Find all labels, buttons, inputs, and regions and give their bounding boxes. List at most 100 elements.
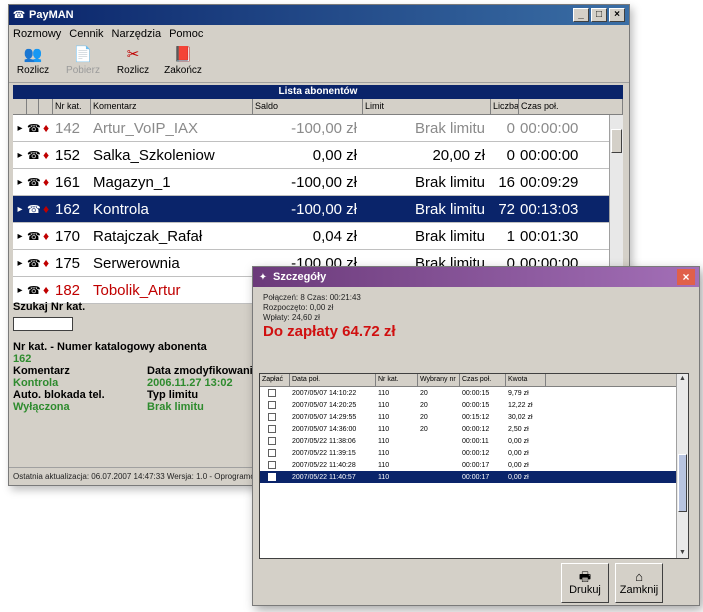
pay-cell	[260, 401, 290, 409]
subscriber-row[interactable]: ▸ ☎ ♦ 170 Ratajczak_Rafał 0,04 zł Brak limitu 1…	[13, 223, 609, 250]
row-count: 0	[506, 119, 515, 137]
payment-row[interactable]: 2007/05/22 11:40:28 110 00:00:17 0,00 zł	[260, 459, 688, 471]
status-icon: ♦	[42, 148, 50, 162]
row-saldo: -100,00 zł	[291, 173, 357, 191]
column-header[interactable]	[13, 99, 27, 114]
payment-date: 2007/05/07 14:36:00	[292, 425, 357, 433]
pay-checkbox[interactable]	[268, 413, 276, 421]
row-number: 161	[55, 173, 81, 191]
payment-nr: 110	[378, 461, 390, 469]
payment-row[interactable]: 2007/05/22 11:39:15 110 00:00:12 0,00 zł	[260, 447, 688, 459]
row-number: 175	[55, 254, 81, 272]
pay-checkbox[interactable]	[268, 437, 276, 445]
column-header[interactable]	[39, 99, 53, 114]
column-header[interactable]	[27, 99, 39, 114]
toolbar-doc-button[interactable]: 📄 Pobierz	[63, 45, 103, 76]
maximize-button[interactable]: □	[591, 8, 607, 22]
scrollbar-thumb[interactable]	[678, 454, 687, 512]
print-button[interactable]: 🖶 Drukuj	[561, 563, 609, 603]
close-button[interactable]: ×	[609, 8, 625, 22]
dialog-title: Szczegóły	[273, 271, 327, 283]
payment-amount: 12,22 zł	[508, 401, 533, 409]
column-header-comment[interactable]: Komentarz	[91, 99, 253, 114]
menu-rozmowy[interactable]: Rozmowy	[13, 28, 61, 40]
payment-amount: 0,00 zł	[508, 449, 529, 457]
subscriber-list-header: Lista abonentów	[13, 85, 623, 99]
payments-header: Zapłać Data poł. Nr kat. Wybrany nr Czas…	[260, 374, 688, 387]
row-marker-icon: ▸	[17, 122, 23, 134]
payment-row[interactable]: 2007/05/07 14:20:25 110 20 00:00:15 12,22 zł	[260, 399, 688, 411]
payment-row[interactable]: 2007/05/07 14:10:22 110 20 00:00:15 9,79 zł	[260, 387, 688, 399]
row-number: 152	[55, 146, 81, 164]
main-window-title: PayMAN	[29, 9, 74, 21]
row-marker-icon: ▸	[17, 203, 23, 215]
payment-dest: 20	[420, 425, 428, 433]
main-titlebar[interactable]: ☎ PayMAN _ □ ×	[9, 5, 629, 25]
row-count: 16	[498, 173, 515, 191]
payment-duration: 00:00:17	[462, 461, 490, 469]
column-header-date[interactable]: Data poł.	[290, 374, 376, 386]
pay-checkbox[interactable]	[268, 389, 276, 397]
menu-cennik[interactable]: Cennik	[69, 28, 103, 40]
payment-nr: 110	[378, 389, 390, 397]
menu-pomoc[interactable]: Pomoc	[169, 28, 203, 40]
payment-nr: 110	[378, 437, 390, 445]
scroll-down-icon[interactable]: ▼	[677, 548, 688, 558]
column-header-duration[interactable]: Czas poł.	[460, 374, 506, 386]
phone-icon: ☎	[27, 257, 41, 270]
scrollbar-thumb[interactable]	[611, 129, 622, 153]
pay-checkbox[interactable]	[268, 473, 276, 481]
payment-row[interactable]: 2007/05/22 11:40:57 110 00:00:17 0,00 zł	[260, 471, 688, 483]
column-header-limit[interactable]: Limit	[363, 99, 491, 114]
toolbar-calc-button[interactable]: ✂ Rozlicz	[113, 45, 153, 76]
payment-amount: 30,02 zł	[508, 413, 533, 421]
payment-row[interactable]: 2007/05/07 14:29:55 110 20 00:15:12 30,02 zł	[260, 411, 688, 423]
minimize-button[interactable]: _	[573, 8, 589, 22]
search-input[interactable]	[13, 317, 73, 331]
pay-checkbox[interactable]	[268, 425, 276, 433]
toolbar-exit-button[interactable]: 📕 Zakończ	[163, 45, 203, 76]
phone-icon: ☎	[27, 203, 41, 216]
calc-icon: ✂	[126, 46, 140, 63]
column-header-dest[interactable]: Wybrany nr	[418, 374, 460, 386]
row-number: 170	[55, 227, 81, 245]
payment-date: 2007/05/22 11:39:15	[292, 449, 356, 457]
payments-scrollbar[interactable]: ▲ ▼	[676, 374, 688, 558]
toolbar-users-button[interactable]: 👥 Rozlicz	[13, 45, 53, 76]
dialog-icon: ✦	[258, 271, 268, 283]
subscriber-row[interactable]: ▸ ☎ ♦ 152 Salka_Szkoleniow 0,00 zł 20,00 zł 0 00…	[13, 142, 609, 169]
payment-duration: 00:00:15	[462, 401, 490, 409]
column-header-pay[interactable]: Zapłać	[260, 374, 290, 386]
scroll-up-icon[interactable]: ▲	[677, 374, 688, 384]
column-header-saldo[interactable]: Saldo	[253, 99, 363, 114]
column-header-time[interactable]: Czas poł.	[519, 99, 623, 114]
pay-cell	[260, 437, 290, 445]
menu-narzedzia[interactable]: Narzędzia	[112, 28, 162, 40]
row-saldo: -100,00 zł	[291, 119, 357, 137]
subscriber-row[interactable]: ▸ ☎ ♦ 162 Kontrola -100,00 zł Brak limitu 72 00:…	[13, 196, 609, 223]
pay-checkbox[interactable]	[268, 449, 276, 457]
dialog-titlebar[interactable]: ✦ Szczegóły ×	[253, 267, 699, 287]
block-label: Auto. blokada tel.	[13, 389, 105, 401]
column-header-nr[interactable]: Nr kat.	[376, 374, 418, 386]
close-label: Zamknij	[619, 584, 659, 596]
row-marker-icon: ▸	[17, 257, 23, 269]
close-dialog-button[interactable]: ⌂ Zamknij	[615, 563, 663, 603]
payment-amount: 2,50 zł	[508, 425, 529, 433]
payment-amount: 9,79 zł	[508, 389, 529, 397]
row-comment: Tobolik_Artur	[93, 281, 181, 299]
payment-row[interactable]: 2007/05/07 14:36:00 110 20 00:00:12 2,50 zł	[260, 423, 688, 435]
row-number: 182	[55, 281, 81, 299]
column-header-count[interactable]: Liczba poł.	[491, 99, 519, 114]
dialog-close-button[interactable]: ×	[677, 269, 695, 285]
column-header-amount[interactable]: Kwota	[506, 374, 546, 386]
row-time: 00:09:29	[520, 173, 579, 191]
row-count: 0	[506, 146, 515, 164]
subscriber-row[interactable]: ▸ ☎ ♦ 161 Magazyn_1 -100,00 zł Brak limitu 16 00…	[13, 169, 609, 196]
pay-checkbox[interactable]	[268, 461, 276, 469]
payment-row[interactable]: 2007/05/22 11:38:06 110 00:00:11 0,00 zł	[260, 435, 688, 447]
pay-checkbox[interactable]	[268, 401, 276, 409]
payment-amount: 0,00 zł	[508, 461, 529, 469]
column-header-nr[interactable]: Nr kat.	[53, 99, 91, 114]
subscriber-row[interactable]: ▸ ☎ ♦ 142 Artur_VoIP_IAX -100,00 zł Brak limit…	[13, 115, 609, 142]
